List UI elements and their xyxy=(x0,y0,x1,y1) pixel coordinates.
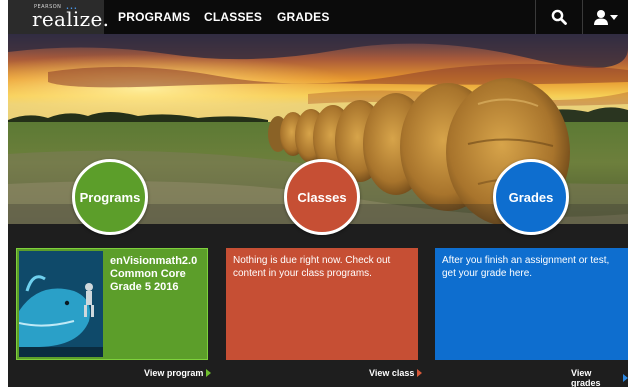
nav-programs[interactable]: PROGRAMS xyxy=(118,10,190,24)
grades-circle-button[interactable]: Grades xyxy=(493,159,569,235)
user-icon xyxy=(593,10,618,25)
programs-circle-button[interactable]: Programs xyxy=(72,159,148,235)
programs-circle-label: Programs xyxy=(79,189,141,205)
view-grades-label: View grades xyxy=(571,368,601,387)
nav-classes[interactable]: CLASSES xyxy=(204,10,262,24)
grades-card-message: After you finish an assignment or test, … xyxy=(442,255,610,279)
realize-logo[interactable]: PEARSON ••• realize. xyxy=(8,0,109,34)
top-navigation-bar: PEARSON ••• realize. PROGRAMS CLASSES GR… xyxy=(8,0,628,34)
view-program-link[interactable]: View program xyxy=(144,368,212,378)
caret-down-icon xyxy=(609,15,618,20)
nav-grades[interactable]: GRADES xyxy=(277,10,330,24)
search-button[interactable] xyxy=(536,0,582,34)
class-card-message: Nothing is due right now. Check out cont… xyxy=(233,255,391,279)
user-menu-button[interactable] xyxy=(583,0,628,34)
arrow-right-icon xyxy=(417,369,423,377)
classes-circle-label: Classes xyxy=(297,189,347,205)
app-root: PEARSON ••• realize. PROGRAMS CLASSES GR… xyxy=(8,0,628,387)
class-card[interactable]: Nothing is due right now. Check out cont… xyxy=(226,248,418,360)
view-program-label: View program xyxy=(144,368,204,378)
arrow-right-icon xyxy=(623,374,628,382)
search-icon xyxy=(551,9,567,25)
view-class-link[interactable]: View class xyxy=(369,368,423,378)
grades-circle-label: Grades xyxy=(508,189,554,205)
whale-cover-illustration xyxy=(19,251,103,357)
program-title[interactable]: enVisionmath2.0 Common Core Grade 5 2016 xyxy=(110,255,206,294)
view-grades-link[interactable]: View grades xyxy=(571,368,628,387)
classes-circle-button[interactable]: Classes xyxy=(284,159,360,235)
arrow-right-icon xyxy=(206,369,212,377)
realize-wordmark: realize. xyxy=(32,7,110,31)
view-class-label: View class xyxy=(369,368,415,378)
program-card[interactable]: enVisionmath2.0 Common Core Grade 5 2016 xyxy=(16,248,208,360)
grades-card[interactable]: After you finish an assignment or test, … xyxy=(435,248,628,360)
program-cover-image xyxy=(19,251,103,357)
